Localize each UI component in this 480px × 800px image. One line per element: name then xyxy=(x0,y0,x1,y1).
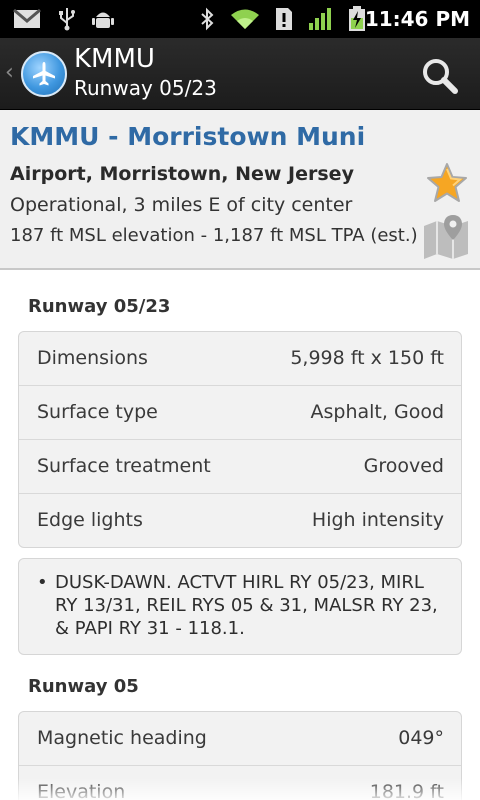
row-value: 5,998 ft x 150 ft xyxy=(290,347,444,369)
runway-details-card: Dimensions 5,998 ft x 150 ft Surface typ… xyxy=(18,331,462,548)
status-bar: 11:46 PM xyxy=(0,0,480,38)
row-value: Grooved xyxy=(363,455,444,477)
row-label: Surface type xyxy=(37,401,158,423)
airport-status: Operational, 3 miles E of city center xyxy=(10,194,353,216)
section-title-runway-05: Runway 05 xyxy=(28,676,139,697)
action-bar: ‹ KMMU Runway 05/23 xyxy=(0,38,480,110)
alert-icon xyxy=(272,6,296,32)
action-bar-title: KMMU xyxy=(74,44,155,74)
table-row: Magnetic heading 049° xyxy=(19,712,461,766)
map-icon[interactable] xyxy=(422,214,470,260)
table-row: Elevation 181.9 ft xyxy=(19,766,461,800)
table-row: Surface treatment Grooved xyxy=(19,440,461,494)
row-label: Magnetic heading xyxy=(37,727,207,749)
airport-title: KMMU - Morristown Muni xyxy=(10,122,366,151)
table-row: Dimensions 5,998 ft x 150 ft xyxy=(19,332,461,386)
runway-end-card: Magnetic heading 049° Elevation 181.9 ft xyxy=(18,711,462,800)
remarks-card: • DUSK-DAWN. ACTVT HIRL RY 05/23, MIRL R… xyxy=(18,558,462,655)
wifi-icon xyxy=(228,6,262,32)
table-row: Edge lights High intensity xyxy=(19,494,461,548)
airport-type-location: Airport, Morristown, New Jersey xyxy=(10,163,354,185)
search-icon[interactable] xyxy=(420,56,460,96)
bullet-icon: • xyxy=(37,572,48,593)
signal-icon xyxy=(306,6,336,32)
remark-text: DUSK-DAWN. ACTVT HIRL RY 05/23, MIRL RY … xyxy=(55,572,438,639)
bluetooth-icon xyxy=(196,6,218,32)
section-title-runway-05-23: Runway 05/23 xyxy=(28,296,171,317)
remark-item: • DUSK-DAWN. ACTVT HIRL RY 05/23, MIRL R… xyxy=(37,571,447,640)
row-label: Dimensions xyxy=(37,347,148,369)
status-time: 11:46 PM xyxy=(364,7,470,31)
android-debug-icon xyxy=(90,6,116,32)
action-bar-subtitle: Runway 05/23 xyxy=(74,76,217,100)
star-icon[interactable] xyxy=(426,162,468,204)
app-logo-icon[interactable] xyxy=(21,51,67,97)
row-value: High intensity xyxy=(311,509,444,531)
gmail-icon xyxy=(12,6,42,32)
usb-icon xyxy=(54,6,80,32)
row-value: Asphalt, Good xyxy=(310,401,444,423)
row-label: Elevation xyxy=(37,781,126,800)
table-row: Surface type Asphalt, Good xyxy=(19,386,461,440)
row-label: Edge lights xyxy=(37,509,143,531)
airport-header: KMMU - Morristown Muni Airport, Morristo… xyxy=(0,110,480,270)
row-value: 049° xyxy=(398,727,444,749)
row-label: Surface treatment xyxy=(37,455,211,477)
row-value: 181.9 ft xyxy=(369,781,444,800)
airport-elevation: 187 ft MSL elevation - 1,187 ft MSL TPA … xyxy=(10,225,418,246)
back-chevron-icon[interactable]: ‹ xyxy=(5,62,14,84)
